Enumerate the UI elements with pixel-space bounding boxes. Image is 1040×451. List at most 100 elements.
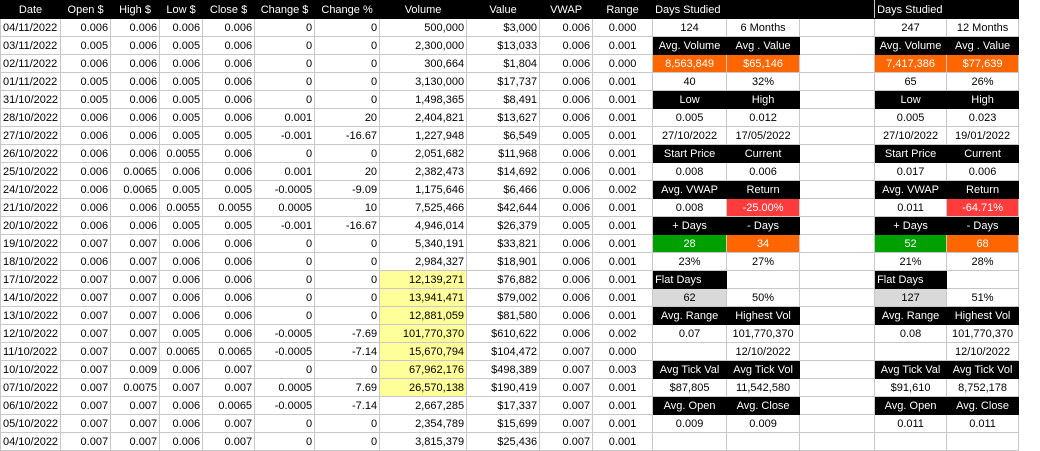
panel-6m-flat[interactable]: 62 [652,288,728,307]
panel-6m-minus-days[interactable]: 34 [726,234,801,253]
cell-vwap[interactable]: 0.007 [539,360,594,379]
cell-open[interactable]: 0.006 [60,126,112,145]
cell-high[interactable]: 0.006 [110,126,161,145]
cell-range[interactable]: 0.001 [592,252,654,271]
panel-6m-pct-a[interactable]: 32% [726,72,801,91]
panel-12m-vwap-label[interactable]: Avg. VWAP [874,180,948,199]
cell-close[interactable]: 0.0065 [202,342,256,361]
spacer-cell[interactable] [799,198,876,217]
cell-date[interactable]: 20/10/2022 [0,216,62,235]
panel-6m-avg-value[interactable]: $65,146 [726,54,801,73]
cell-change-pct[interactable]: 0 [314,414,381,433]
spacer-cell[interactable] [799,252,876,271]
cell-open[interactable]: 0.007 [60,324,112,343]
cell-date[interactable]: 13/10/2022 [0,306,62,325]
panel-12m-open-label[interactable]: Avg. Open [874,396,948,415]
panel-12m-blank[interactable] [946,270,1020,289]
cell-open[interactable]: 0.006 [60,198,112,217]
cell-open[interactable]: 0.005 [60,72,112,91]
panel-6m-count-a[interactable]: 40 [652,72,728,91]
cell-close[interactable]: 0.006 [202,162,256,181]
cell-open[interactable]: 0.006 [60,180,112,199]
cell-value[interactable]: $498,389 [466,360,541,379]
cell-volume[interactable]: 101,770,370 [379,324,468,343]
cell-change-dollar[interactable]: -0.0005 [254,180,316,199]
spacer-cell[interactable] [799,36,876,55]
cell-range[interactable]: 0.002 [592,324,654,343]
cell-value[interactable]: $15,699 [466,414,541,433]
column-header-vwap[interactable]: VWAP [539,0,594,19]
spacer-cell[interactable] [799,18,876,37]
cell-date[interactable]: 05/10/2022 [0,414,62,433]
column-header-date[interactable]: Date [0,0,62,19]
panel-6m-tick-val[interactable]: $87,805 [652,378,728,397]
panel-6m-avg-open[interactable]: 0.009 [652,414,728,433]
cell-value[interactable]: $104,472 [466,342,541,361]
cell-change-dollar[interactable]: 0 [254,414,316,433]
cell-low[interactable]: 0.0065 [159,342,204,361]
cell-value[interactable]: $13,033 [466,36,541,55]
panel-12m-minus-days[interactable]: 68 [946,234,1020,253]
cell-value[interactable]: $17,337 [466,396,541,415]
cell-change-dollar[interactable]: 0 [254,252,316,271]
spacer-cell[interactable] [799,180,876,199]
cell-change-pct[interactable]: 20 [314,108,381,127]
cell-range[interactable]: 0.000 [592,18,654,37]
cell-volume[interactable]: 4,946,014 [379,216,468,235]
cell-volume[interactable]: 15,670,794 [379,342,468,361]
panel-6m-tick-val-label[interactable]: Avg Tick Val [652,360,728,379]
panel-12m-highest-vol-date[interactable]: 12/10/2022 [946,342,1020,361]
cell-change-dollar[interactable]: 0 [254,360,316,379]
column-header-change-pct[interactable]: Change % [314,0,381,19]
panel-12m-blank[interactable] [946,432,1020,451]
panel-6m-blank[interactable] [726,432,801,451]
cell-vwap[interactable]: 0.007 [539,414,594,433]
spacer-cell[interactable] [799,432,876,451]
panel-12m-minus-pct[interactable]: 28% [946,252,1020,271]
cell-volume[interactable]: 12,881,059 [379,306,468,325]
cell-value[interactable]: $81,580 [466,306,541,325]
cell-date[interactable]: 21/10/2022 [0,198,62,217]
cell-high[interactable]: 0.007 [110,396,161,415]
panel-12m-highest-vol[interactable]: 101,770,370 [946,324,1020,343]
cell-range[interactable]: 0.001 [592,306,654,325]
cell-value[interactable]: $3,000 [466,18,541,37]
cell-date[interactable]: 03/11/2022 [0,36,62,55]
panel-6m-blank[interactable] [652,432,728,451]
panel-6m-return-label[interactable]: Return [726,180,801,199]
panel-12m-days-label[interactable]: Days Studied [874,0,948,19]
cell-date[interactable]: 07/10/2022 [0,378,62,397]
cell-range[interactable]: 0.001 [592,378,654,397]
cell-vwap[interactable]: 0.005 [539,216,594,235]
panel-6m-highest-vol[interactable]: 101,770,370 [726,324,801,343]
spacer-cell[interactable] [799,342,876,361]
cell-range[interactable]: 0.001 [592,126,654,145]
cell-open[interactable]: 0.006 [60,144,112,163]
cell-change-dollar[interactable]: 0 [254,306,316,325]
cell-change-pct[interactable]: 0 [314,288,381,307]
cell-low[interactable]: 0.005 [159,36,204,55]
cell-open[interactable]: 0.007 [60,414,112,433]
cell-high[interactable]: 0.006 [110,90,161,109]
panel-6m-tick-vol-label[interactable]: Avg Tick Vol [726,360,801,379]
cell-open[interactable]: 0.006 [60,54,112,73]
panel-12m-tick-vol[interactable]: 8,752,178 [946,378,1020,397]
cell-volume[interactable]: 13,941,471 [379,288,468,307]
panel-6m-avg-close[interactable]: 0.009 [726,414,801,433]
panel-6m-minus-days-label[interactable]: - Days [726,216,801,235]
cell-value[interactable]: $6,466 [466,180,541,199]
panel-12m-tick-val[interactable]: $91,610 [874,378,948,397]
cell-date[interactable]: 24/10/2022 [0,180,62,199]
panel-12m-flat-label[interactable]: Flat Days [874,270,948,289]
cell-close[interactable]: 0.006 [202,144,256,163]
cell-low[interactable]: 0.005 [159,108,204,127]
cell-date[interactable]: 06/10/2022 [0,396,62,415]
cell-low[interactable]: 0.006 [159,252,204,271]
panel-6m-tick-vol[interactable]: 11,542,580 [726,378,801,397]
cell-value[interactable]: $17,737 [466,72,541,91]
panel-6m-plus-days[interactable]: 28 [652,234,728,253]
cell-range[interactable]: 0.001 [592,234,654,253]
cell-range[interactable]: 0.001 [592,108,654,127]
column-header-change-dollar[interactable]: Change $ [254,0,316,19]
cell-change-pct[interactable]: 7.69 [314,378,381,397]
